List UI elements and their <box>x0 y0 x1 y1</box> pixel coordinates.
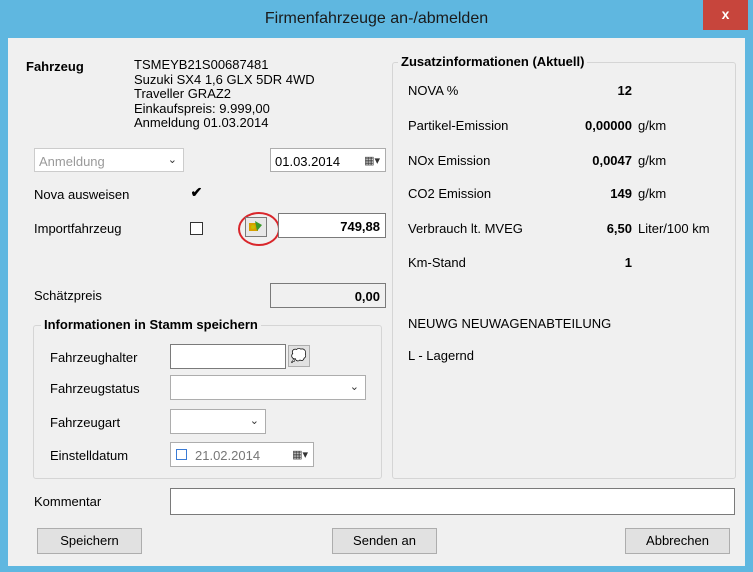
chevron-down-icon: ⌄ <box>167 154 177 166</box>
stamm-group-title: Informationen in Stamm speichern <box>41 317 261 332</box>
nova-label: Nova ausweisen <box>34 187 130 202</box>
zusatz-label-partikel: Partikel-Emission <box>408 118 509 133</box>
vehicle-model: Suzuki SX4 1,6 GLX 5DR 4WD <box>134 71 315 87</box>
fahrzeugart-label: Fahrzeugart <box>50 415 121 430</box>
calculate-button[interactable] <box>245 217 267 237</box>
mode-select-value: Anmeldung <box>39 154 105 169</box>
import-checkbox[interactable] <box>190 222 203 235</box>
import-label: Importfahrzeug <box>34 221 122 236</box>
zusatz-unit-nox: g/km <box>638 153 667 168</box>
zusatz-label-kmstand: Km-Stand <box>408 255 466 270</box>
import-value-field[interactable]: 749,88 <box>278 213 386 238</box>
zusatz-value-nova: 12 <box>617 83 632 98</box>
calculator-icon <box>249 221 262 231</box>
window-title: Firmenfahrzeuge an-/abmelden <box>264 10 489 27</box>
kommentar-input[interactable] <box>170 488 735 515</box>
binoculars-search-button[interactable]: 💭 <box>288 345 310 367</box>
zusatz-value-co2: 149 <box>610 186 632 201</box>
vehicle-vin: TSMEYB21S00687481 <box>134 58 269 72</box>
chevron-down-icon: ⌄ <box>249 415 259 427</box>
schaetzpreis-field[interactable]: 0,00 <box>270 283 386 308</box>
zusatz-unit-partikel: g/km <box>638 118 667 133</box>
close-button[interactable]: x <box>703 0 748 30</box>
registration-date-picker[interactable]: 01.03.2014 ▦▾ <box>270 148 386 172</box>
zusatz-label-verbrauch: Verbrauch lt. MVEG <box>408 221 523 236</box>
zusatz-value-kmstand: 1 <box>624 255 632 270</box>
vehicle-registration: Anmeldung 01.03.2014 <box>134 115 269 130</box>
fahrzeugstatus-select[interactable]: ⌄ <box>170 375 366 400</box>
nova-checkbox[interactable]: ✔ <box>190 185 203 200</box>
fahrzeughalter-label: Fahrzeughalter <box>50 350 138 365</box>
binoculars-icon: 💭 <box>290 348 308 363</box>
einstelldatum-label: Einstelldatum <box>50 448 129 463</box>
dialog-window: Firmenfahrzeuge an-/abmelden x Fahrzeug … <box>0 0 753 572</box>
title-bar[interactable]: Firmenfahrzeuge an-/abmelden x <box>0 0 753 38</box>
zusatz-unit-verbrauch: Liter/100 km <box>638 221 710 236</box>
einstelldatum-value: 21.02.2014 <box>195 448 261 463</box>
vehicle-info: TSMEYB21S00687481 Suzuki SX4 1,6 GLX 5DR… <box>134 58 374 136</box>
einstelldatum-picker[interactable]: 21.02.2014 ▦▾ <box>170 442 314 467</box>
zusatz-value-partikel: 0,00000 <box>585 118 632 133</box>
mode-select[interactable]: Anmeldung ⌄ <box>34 148 184 172</box>
kommentar-label: Kommentar <box>34 494 102 509</box>
fahrzeugstatus-label: Fahrzeugstatus <box>50 381 140 396</box>
zusatz-value-nox: 0,0047 <box>592 153 632 168</box>
fahrzeughalter-input[interactable] <box>170 344 286 369</box>
save-button[interactable]: Speichern <box>37 528 142 554</box>
abteilung-text: NEUWG NEUWAGENABTEILUNG <box>408 316 612 331</box>
cancel-button[interactable]: Abbrechen <box>625 528 730 554</box>
zusatz-label-nox: NOx Emission <box>408 153 491 168</box>
zusatz-label-co2: CO2 Emission <box>408 186 492 201</box>
einstelldatum-checkbox[interactable] <box>176 449 187 460</box>
fahrzeugart-select[interactable]: ⌄ <box>170 409 266 434</box>
vehicle-label: Fahrzeug <box>26 59 84 74</box>
send-button[interactable]: Senden an <box>332 528 437 554</box>
registration-date-value: 01.03.2014 <box>275 154 341 169</box>
dialog-body: Fahrzeug TSMEYB21S00687481 Suzuki SX4 1,… <box>8 38 745 566</box>
calendar-icon: ▦▾ <box>292 449 308 461</box>
chevron-down-icon: ⌄ <box>349 381 359 393</box>
vehicle-purchase-price: Einkaufspreis: 9.999,00 <box>134 100 270 116</box>
zusatz-label-nova: NOVA % <box>408 83 459 98</box>
zusatz-group-title: Zusatzinformationen (Aktuell) <box>398 54 588 69</box>
zusatz-unit-co2: g/km <box>638 186 667 201</box>
vehicle-location: Traveller GRAZ2 <box>134 86 232 101</box>
lager-text: L - Lagernd <box>408 348 475 363</box>
schaetzpreis-label: Schätzpreis <box>34 288 102 303</box>
zusatz-value-verbrauch: 6,50 <box>606 221 632 236</box>
calendar-icon: ▦▾ <box>364 155 380 167</box>
